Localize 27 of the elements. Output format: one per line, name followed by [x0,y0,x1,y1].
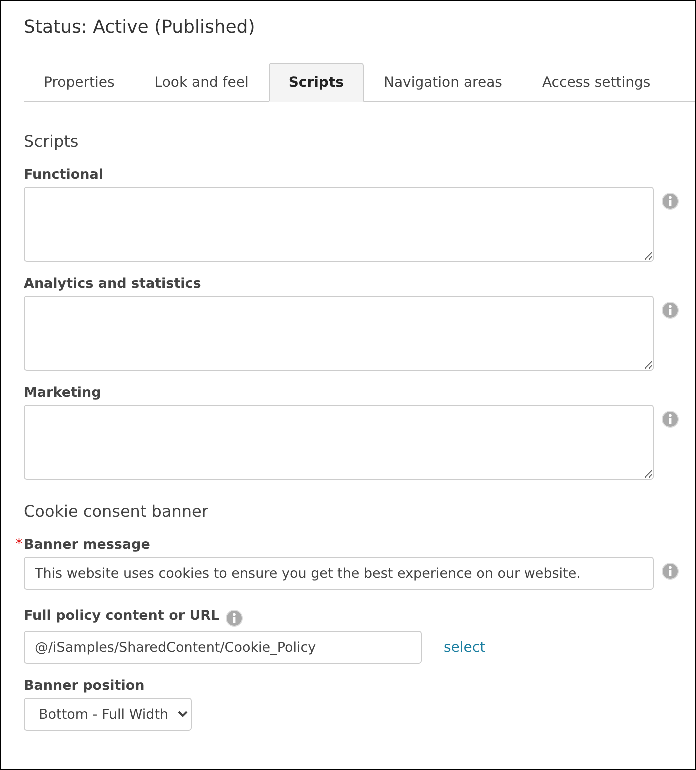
input-field[interactable]: @/iSamples/SharedContent/Cookie_Policy [24,631,422,664]
input-field[interactable]: This website uses cookies to ensure you get the best experience on our website. [24,557,654,590]
position-dropdown[interactable]: Bottom - Full Width [24,698,192,731]
field-label: Full policy content or URL [24,608,220,624]
tab[interactable]: Access settings [522,63,671,102]
field-label: Analytics and statistics [24,276,202,292]
info-icon[interactable] [662,193,679,210]
script-field[interactable] [24,296,654,371]
info-icon[interactable] [662,411,679,428]
select-link[interactable]: select [444,640,486,656]
status-title: Status: Active (Published) [24,17,256,40]
required-mark: * [16,537,22,552]
info-icon[interactable] [226,610,243,627]
info-icon[interactable] [662,563,679,580]
tab[interactable]: Look and feel [134,63,269,102]
section-heading: Scripts [24,132,80,151]
field-label: Banner message [24,537,150,553]
tab[interactable]: Navigation areas [364,63,522,102]
tab[interactable]: Scripts [268,63,364,102]
field-label: Marketing [24,385,102,401]
tab[interactable]: Properties [24,63,135,102]
field-label: Banner position [24,678,145,694]
script-field[interactable] [24,187,654,262]
info-icon[interactable] [662,302,679,319]
field-label: Functional [24,167,104,183]
section-heading: Cookie consent banner [24,502,210,521]
script-field[interactable] [24,405,654,480]
